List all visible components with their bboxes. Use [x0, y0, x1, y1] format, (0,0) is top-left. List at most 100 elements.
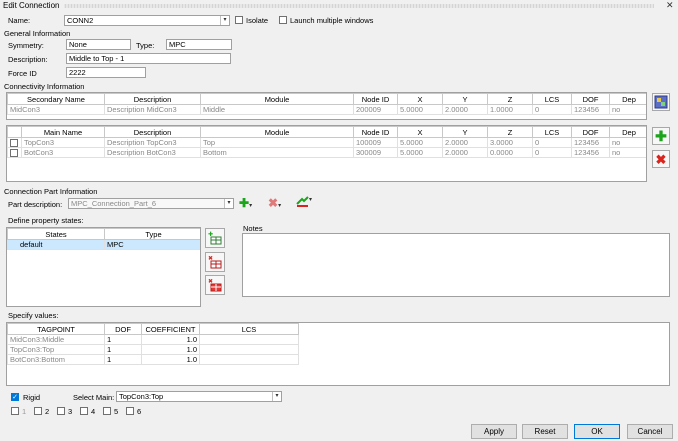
dof-checkbox[interactable] [34, 407, 42, 415]
delete-state-button[interactable]: ✖ [205, 252, 225, 272]
delete-part-button[interactable]: ✖▾ [268, 196, 281, 210]
secondary-table-box: Secondary Name Description Module Node ID X Y… [6, 92, 647, 120]
main-row[interactable]: TopCon3 Description TopCon3 Top 100009 5.000… [7, 136, 646, 149]
secondary-table: Secondary Name Description Module Node ID X Y… [7, 93, 646, 115]
chevron-down-icon: ▾ [272, 392, 281, 401]
select-main-label: Select Main: [73, 393, 115, 402]
values-cell: MidCon3:Middle [7, 334, 105, 345]
select-main-dropdown[interactable]: TopCon3:Top ▾ [116, 391, 282, 402]
type-field[interactable]: MPC [166, 39, 232, 50]
main-row[interactable]: BotCon3 Description BotCon3 Bottom 300009 5.… [7, 147, 646, 159]
chevron-down-icon: ▾ [220, 16, 229, 25]
values-cell: BotCon3:Bottom [7, 354, 105, 365]
chevron-down-icon: ▾ [249, 203, 253, 209]
values-cell [199, 344, 299, 355]
secondary-header: Dep [609, 93, 646, 105]
part-description-dropdown[interactable]: MPC_Connection_Part_6 ▾ [68, 198, 234, 209]
window-title: Edit Connection [3, 1, 60, 10]
isolate-checkbox[interactable] [235, 16, 243, 24]
launch-multiple-checkbox[interactable] [279, 16, 287, 24]
part-heading: Connection Part Information [4, 187, 98, 196]
main-cell: no [609, 147, 646, 159]
secondary-header: Module [200, 93, 354, 105]
states-header: States [7, 228, 105, 240]
dof-label: 5 [114, 407, 119, 416]
main-cell: 5.0000 [397, 147, 443, 159]
secondary-cell: 1.0000 [487, 104, 533, 115]
values-cell: 1.0 [141, 344, 200, 355]
specify-values-label: Specify values: [8, 311, 59, 320]
connector-grid-icon [654, 95, 668, 109]
find-connectors-button[interactable] [652, 93, 670, 111]
name-dropdown[interactable]: CONN2 ▾ [64, 15, 230, 26]
force-id-field[interactable]: 2222 [66, 67, 146, 78]
dof-checkbox[interactable] [126, 407, 134, 415]
values-row[interactable]: TopCon3:Top 1 1.0 [7, 344, 299, 355]
secondary-row[interactable]: MidCon3 Description MidCon3 Middle 200009 5.… [7, 104, 646, 115]
values-header: DOF [104, 323, 142, 335]
secondary-header: Y [442, 93, 488, 105]
main-cell: 0 [532, 147, 572, 159]
main-select-checkbox[interactable] [10, 139, 18, 147]
main-cell: 300009 [353, 147, 398, 159]
name-label: Name: [8, 16, 31, 25]
description-label: Description: [8, 55, 48, 64]
main-cell: 0 [532, 136, 572, 149]
secondary-header: Z [487, 93, 533, 105]
add-state-button[interactable]: ✚ [205, 228, 225, 248]
ok-button[interactable]: OK [574, 424, 620, 439]
symmetry-field[interactable]: None [66, 39, 131, 50]
values-row[interactable]: BotCon3:Bottom 1 1.0 [7, 354, 299, 365]
general-heading: General Information [4, 29, 71, 38]
secondary-header: LCS [532, 93, 572, 105]
dof-checkbox[interactable] [80, 407, 88, 415]
dof-label: 6 [137, 407, 142, 416]
close-icon[interactable]: ✕ [666, 0, 674, 11]
notes-label: Notes [243, 224, 263, 233]
clear-table-icon: ✖ [208, 278, 222, 292]
name-value: CONN2 [67, 16, 94, 25]
add-table-icon: ✚ [208, 231, 222, 245]
rigid-checkbox[interactable]: ✓ [11, 393, 19, 401]
secondary-cell: Middle [200, 104, 354, 115]
chevron-down-icon: ▾ [309, 197, 313, 203]
values-cell: 1.0 [141, 354, 200, 365]
main-select-checkbox[interactable] [10, 149, 18, 157]
title-grip [64, 4, 654, 8]
values-row[interactable]: MidCon3:Middle 1 1.0 [7, 334, 299, 345]
dof-checkbox[interactable] [103, 407, 111, 415]
dof-checkbox[interactable] [57, 407, 65, 415]
remove-main-button[interactable]: ✖ [652, 150, 670, 168]
add-main-button[interactable]: ✚ [652, 127, 670, 145]
main-table: Main Name Description Module Node ID X Y Z LCS D… [7, 126, 646, 159]
states-row[interactable]: default MPC [7, 239, 200, 250]
main-header: LCS [532, 126, 572, 138]
part-description-value: MPC_Connection_Part_6 [71, 199, 157, 208]
main-cell: 123456 [571, 136, 610, 149]
states-cell: default [7, 239, 105, 250]
clear-states-button[interactable]: ✖ [205, 275, 225, 295]
secondary-header: X [397, 93, 443, 105]
plus-icon: ✚ [239, 196, 250, 210]
notes-textarea[interactable] [242, 233, 670, 297]
symmetry-label: Symmetry: [8, 41, 44, 50]
values-cell: 1 [104, 354, 142, 365]
part-tools-button[interactable]: ▾ [296, 196, 312, 210]
description-field[interactable]: Middle to Top - 1 [66, 53, 231, 64]
dof-checkbox[interactable] [11, 407, 19, 415]
secondary-cell: Description MidCon3 [104, 104, 201, 115]
dof-label: 2 [45, 407, 50, 416]
values-cell: TopCon3:Top [7, 344, 105, 355]
main-cell: 100009 [353, 136, 398, 149]
values-cell: 1 [104, 344, 142, 355]
reset-button[interactable]: Reset [522, 424, 568, 439]
launch-multiple-label: Launch multiple windows [290, 16, 374, 25]
states-label: Define property states: [8, 216, 84, 225]
add-part-button[interactable]: ✚▾ [239, 196, 252, 210]
chevron-down-icon: ▾ [278, 203, 282, 209]
isolate-label: Isolate [246, 16, 269, 25]
force-id-label: Force ID [8, 69, 37, 78]
secondary-header: Secondary Name [7, 93, 105, 105]
cancel-button[interactable]: Cancel [627, 424, 673, 439]
apply-button[interactable]: Apply [471, 424, 517, 439]
